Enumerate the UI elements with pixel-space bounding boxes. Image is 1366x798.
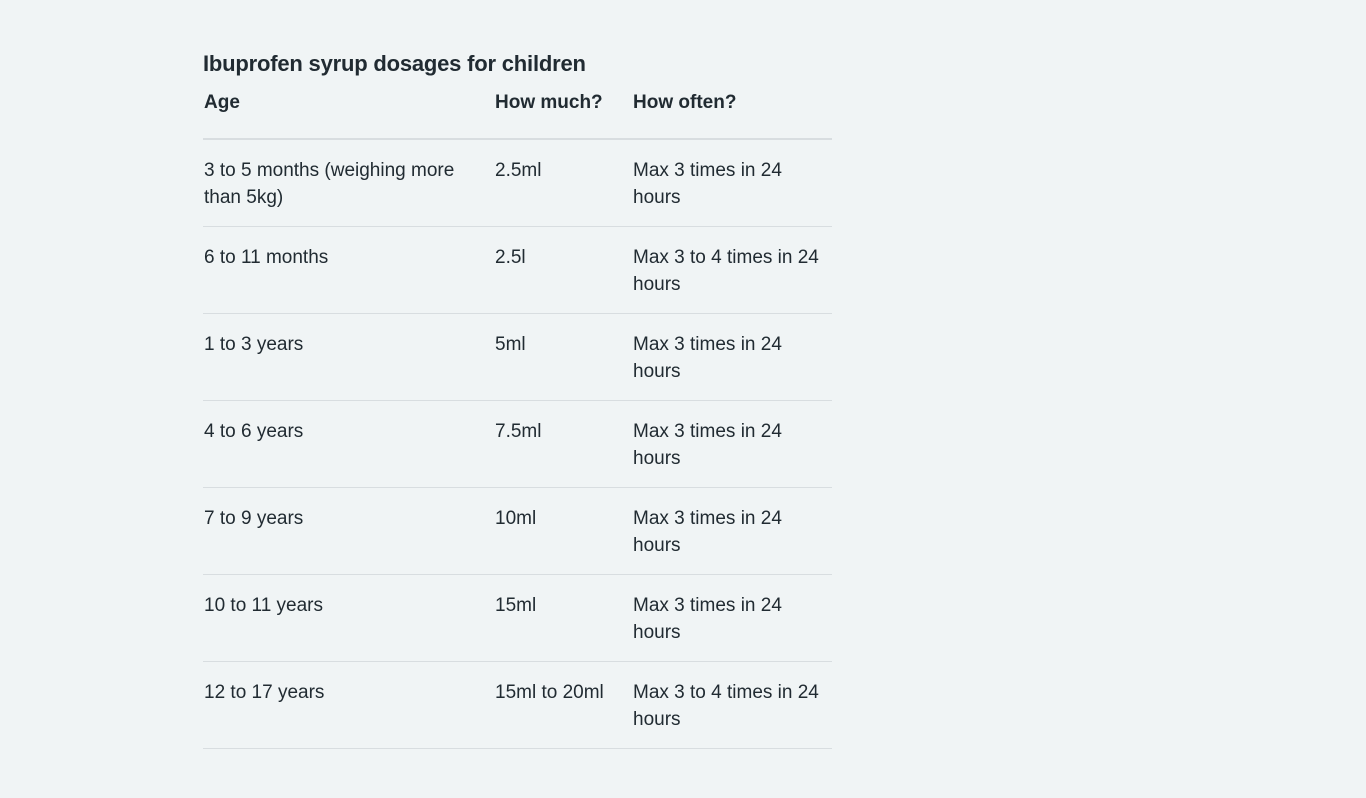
table-title: Ibuprofen syrup dosages for children xyxy=(203,51,586,76)
cell-how-often: Max 3 to 4 times in 24 hours xyxy=(632,661,832,749)
page: Ibuprofen syrup dosages for children Age… xyxy=(0,0,1366,798)
cell-age: 1 to 3 years xyxy=(203,313,494,401)
cell-how-much: 7.5ml xyxy=(494,400,632,488)
table-row: 1 to 3 years 5ml Max 3 times in 24 hours xyxy=(203,313,832,401)
cell-age: 6 to 11 months xyxy=(203,226,494,314)
dosage-table: Age How much? How often? 3 to 5 months (… xyxy=(203,89,832,749)
header-row: Age How much? How often? xyxy=(203,89,832,140)
table-row: 10 to 11 years 15ml Max 3 times in 24 ho… xyxy=(203,574,832,662)
cell-how-much: 2.5ml xyxy=(494,139,632,227)
cell-how-often: Max 3 times in 24 hours xyxy=(632,574,832,662)
table-header: Age How much? How often? xyxy=(203,89,832,140)
cell-how-often: Max 3 times in 24 hours xyxy=(632,400,832,488)
cell-age: 7 to 9 years xyxy=(203,487,494,575)
table-row: 3 to 5 months (weighing more than 5kg) 2… xyxy=(203,139,832,227)
cell-how-much: 5ml xyxy=(494,313,632,401)
cell-how-much: 10ml xyxy=(494,487,632,575)
table-row: 4 to 6 years 7.5ml Max 3 times in 24 hou… xyxy=(203,400,832,488)
cell-how-often: Max 3 times in 24 hours xyxy=(632,313,832,401)
cell-how-often: Max 3 times in 24 hours xyxy=(632,487,832,575)
dosage-section: Ibuprofen syrup dosages for children Age… xyxy=(203,48,832,749)
header-how-often: How often? xyxy=(632,89,832,140)
table-body: 3 to 5 months (weighing more than 5kg) 2… xyxy=(203,139,832,749)
cell-age: 12 to 17 years xyxy=(203,661,494,749)
cell-age: 4 to 6 years xyxy=(203,400,494,488)
cell-age: 3 to 5 months (weighing more than 5kg) xyxy=(203,139,494,227)
header-age: Age xyxy=(203,89,494,140)
cell-how-much: 15ml to 20ml xyxy=(494,661,632,749)
header-how-much: How much? xyxy=(494,89,632,140)
cell-how-often: Max 3 times in 24 hours xyxy=(632,139,832,227)
table-row: 7 to 9 years 10ml Max 3 times in 24 hour… xyxy=(203,487,832,575)
table-row: 12 to 17 years 15ml to 20ml Max 3 to 4 t… xyxy=(203,661,832,749)
cell-how-much: 2.5l xyxy=(494,226,632,314)
table-row: 6 to 11 months 2.5l Max 3 to 4 times in … xyxy=(203,226,832,314)
cell-age: 10 to 11 years xyxy=(203,574,494,662)
cell-how-often: Max 3 to 4 times in 24 hours xyxy=(632,226,832,314)
cell-how-much: 15ml xyxy=(494,574,632,662)
